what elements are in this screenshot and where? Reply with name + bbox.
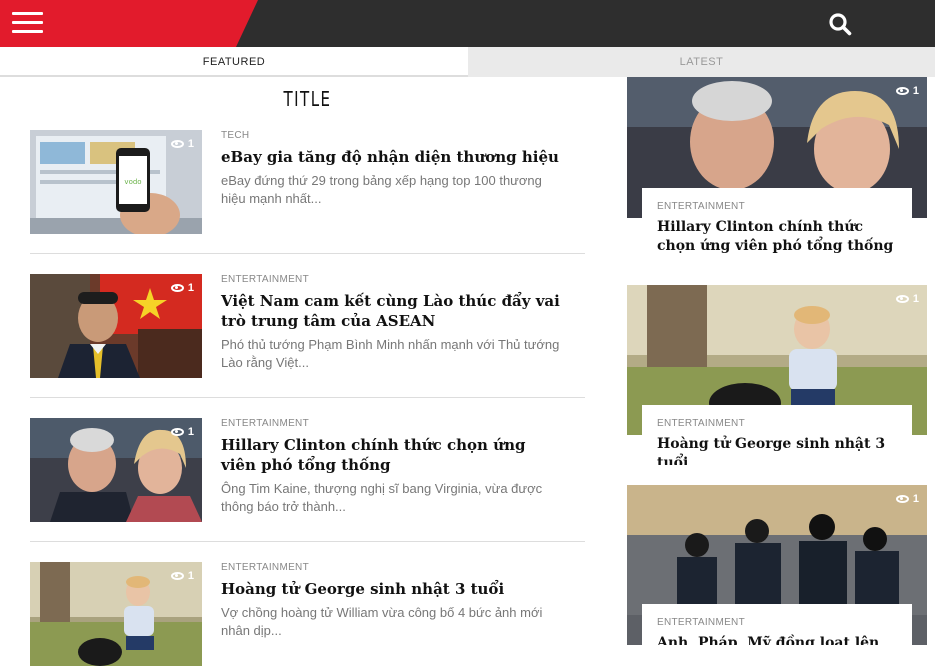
story-title[interactable]: Hillary Clinton chính thức chọn ứng viên…	[657, 218, 898, 256]
search-icon[interactable]	[828, 12, 852, 36]
story-excerpt: eBay đứng thứ 29 trong bảng xếp hạng top…	[221, 173, 542, 206]
story-body: TECH eBay gia tăng độ nhận diện thương h…	[221, 130, 561, 208]
top-bar	[0, 0, 935, 47]
story-title[interactable]: Hoàng tử George sinh nhật 3 tuổi	[221, 579, 561, 599]
tab-bar: FEATURED LATEST	[0, 47, 935, 77]
story-item[interactable]: 1 ENTERTAINMENT Hillary Clinton chính th…	[30, 418, 585, 522]
tab-featured[interactable]: FEATURED	[0, 47, 468, 77]
eye-icon	[895, 87, 909, 95]
story-category: ENTERTAINMENT	[657, 201, 745, 212]
view-count-value: 1	[187, 282, 194, 294]
divider	[30, 253, 585, 254]
story-category: TECH	[221, 130, 250, 141]
sidebar-card-caption: ENTERTAINMENT Hillary Clinton chính thức…	[642, 188, 912, 262]
story-category: ENTERTAINMENT	[221, 274, 309, 285]
story-category: ENTERTAINMENT	[657, 418, 745, 429]
story-category: ENTERTAINMENT	[657, 617, 745, 628]
eye-icon	[170, 140, 184, 148]
story-thumbnail[interactable]: 1	[30, 562, 202, 666]
divider	[30, 541, 585, 542]
sidebar-card[interactable]: 1 ENTERTAINMENT Hoàng tử George sinh nhậ…	[627, 285, 927, 465]
story-item[interactable]: 1 ENTERTAINMENT Hoàng tử George sinh nhậ…	[30, 562, 585, 666]
story-excerpt: Vợ chồng hoàng tử William vừa công bố 4 …	[221, 605, 543, 638]
eye-icon	[895, 495, 909, 503]
svg-text:vodo: vodo	[124, 178, 141, 186]
view-count: 1	[895, 493, 919, 505]
section-title: TITLE	[283, 87, 332, 111]
view-count: 1	[895, 85, 919, 97]
story-title[interactable]: Việt Nam cam kết cùng Lào thúc đẩy vai t…	[221, 291, 561, 331]
view-count-value: 1	[912, 493, 919, 505]
story-excerpt: Phó thủ tướng Phạm Bình Minh nhấn mạnh v…	[221, 337, 560, 370]
story-title[interactable]: Hoàng tử George sinh nhật 3 tuổi	[657, 435, 898, 465]
sidebar-card-caption: ENTERTAINMENT Hoàng tử George sinh nhật …	[642, 405, 912, 465]
story-category: ENTERTAINMENT	[221, 562, 309, 573]
story-title[interactable]: Anh, Pháp, Mỹ đồng loạt lên án vụ	[657, 634, 898, 645]
eye-icon	[170, 284, 184, 292]
story-item[interactable]: vodo 1 TECH eBay gia tăng độ nhận diện t…	[30, 130, 585, 234]
featured-list: TITLE vodo 1 TECH eBay gia tăng độ nhận …	[30, 77, 585, 666]
view-count-value: 1	[187, 426, 194, 438]
story-title[interactable]: Hillary Clinton chính thức chọn ứng viên…	[221, 435, 561, 475]
eye-icon	[895, 295, 909, 303]
sidebar-card[interactable]: 1 ENTERTAINMENT Anh, Pháp, Mỹ đồng loạt …	[627, 485, 927, 645]
view-count: 1	[170, 138, 194, 150]
story-excerpt: Ông Tim Kaine, thượng nghị sĩ bang Virgi…	[221, 481, 543, 514]
story-item[interactable]: 1 ENTERTAINMENT Việt Nam cam kết cùng Là…	[30, 274, 585, 378]
view-count-value: 1	[187, 570, 194, 582]
story-body: ENTERTAINMENT Hoàng tử George sinh nhật …	[221, 562, 561, 640]
sidebar-card[interactable]: 1 ENTERTAINMENT Hillary Clinton chính th…	[627, 77, 927, 262]
story-thumbnail[interactable]: 1	[30, 418, 202, 522]
story-title[interactable]: eBay gia tăng độ nhận diện thương hiệu	[221, 147, 561, 167]
divider	[30, 397, 585, 398]
story-thumbnail[interactable]: vodo 1	[30, 130, 202, 234]
eye-icon	[170, 572, 184, 580]
story-body: ENTERTAINMENT Việt Nam cam kết cùng Lào …	[221, 274, 561, 372]
view-count: 1	[170, 282, 194, 294]
story-body: ENTERTAINMENT Hillary Clinton chính thức…	[221, 418, 561, 516]
story-thumbnail[interactable]: 1	[30, 274, 202, 378]
eye-icon	[170, 428, 184, 436]
hamburger-menu-icon[interactable]	[12, 12, 43, 34]
sidebar-card-caption: ENTERTAINMENT Anh, Pháp, Mỹ đồng loạt lê…	[642, 604, 912, 645]
tab-latest[interactable]: LATEST	[468, 47, 935, 77]
view-count: 1	[895, 293, 919, 305]
view-count-value: 1	[187, 138, 194, 150]
view-count: 1	[170, 570, 194, 582]
view-count-value: 1	[912, 293, 919, 305]
story-category: ENTERTAINMENT	[221, 418, 309, 429]
view-count-value: 1	[912, 85, 919, 97]
view-count: 1	[170, 426, 194, 438]
